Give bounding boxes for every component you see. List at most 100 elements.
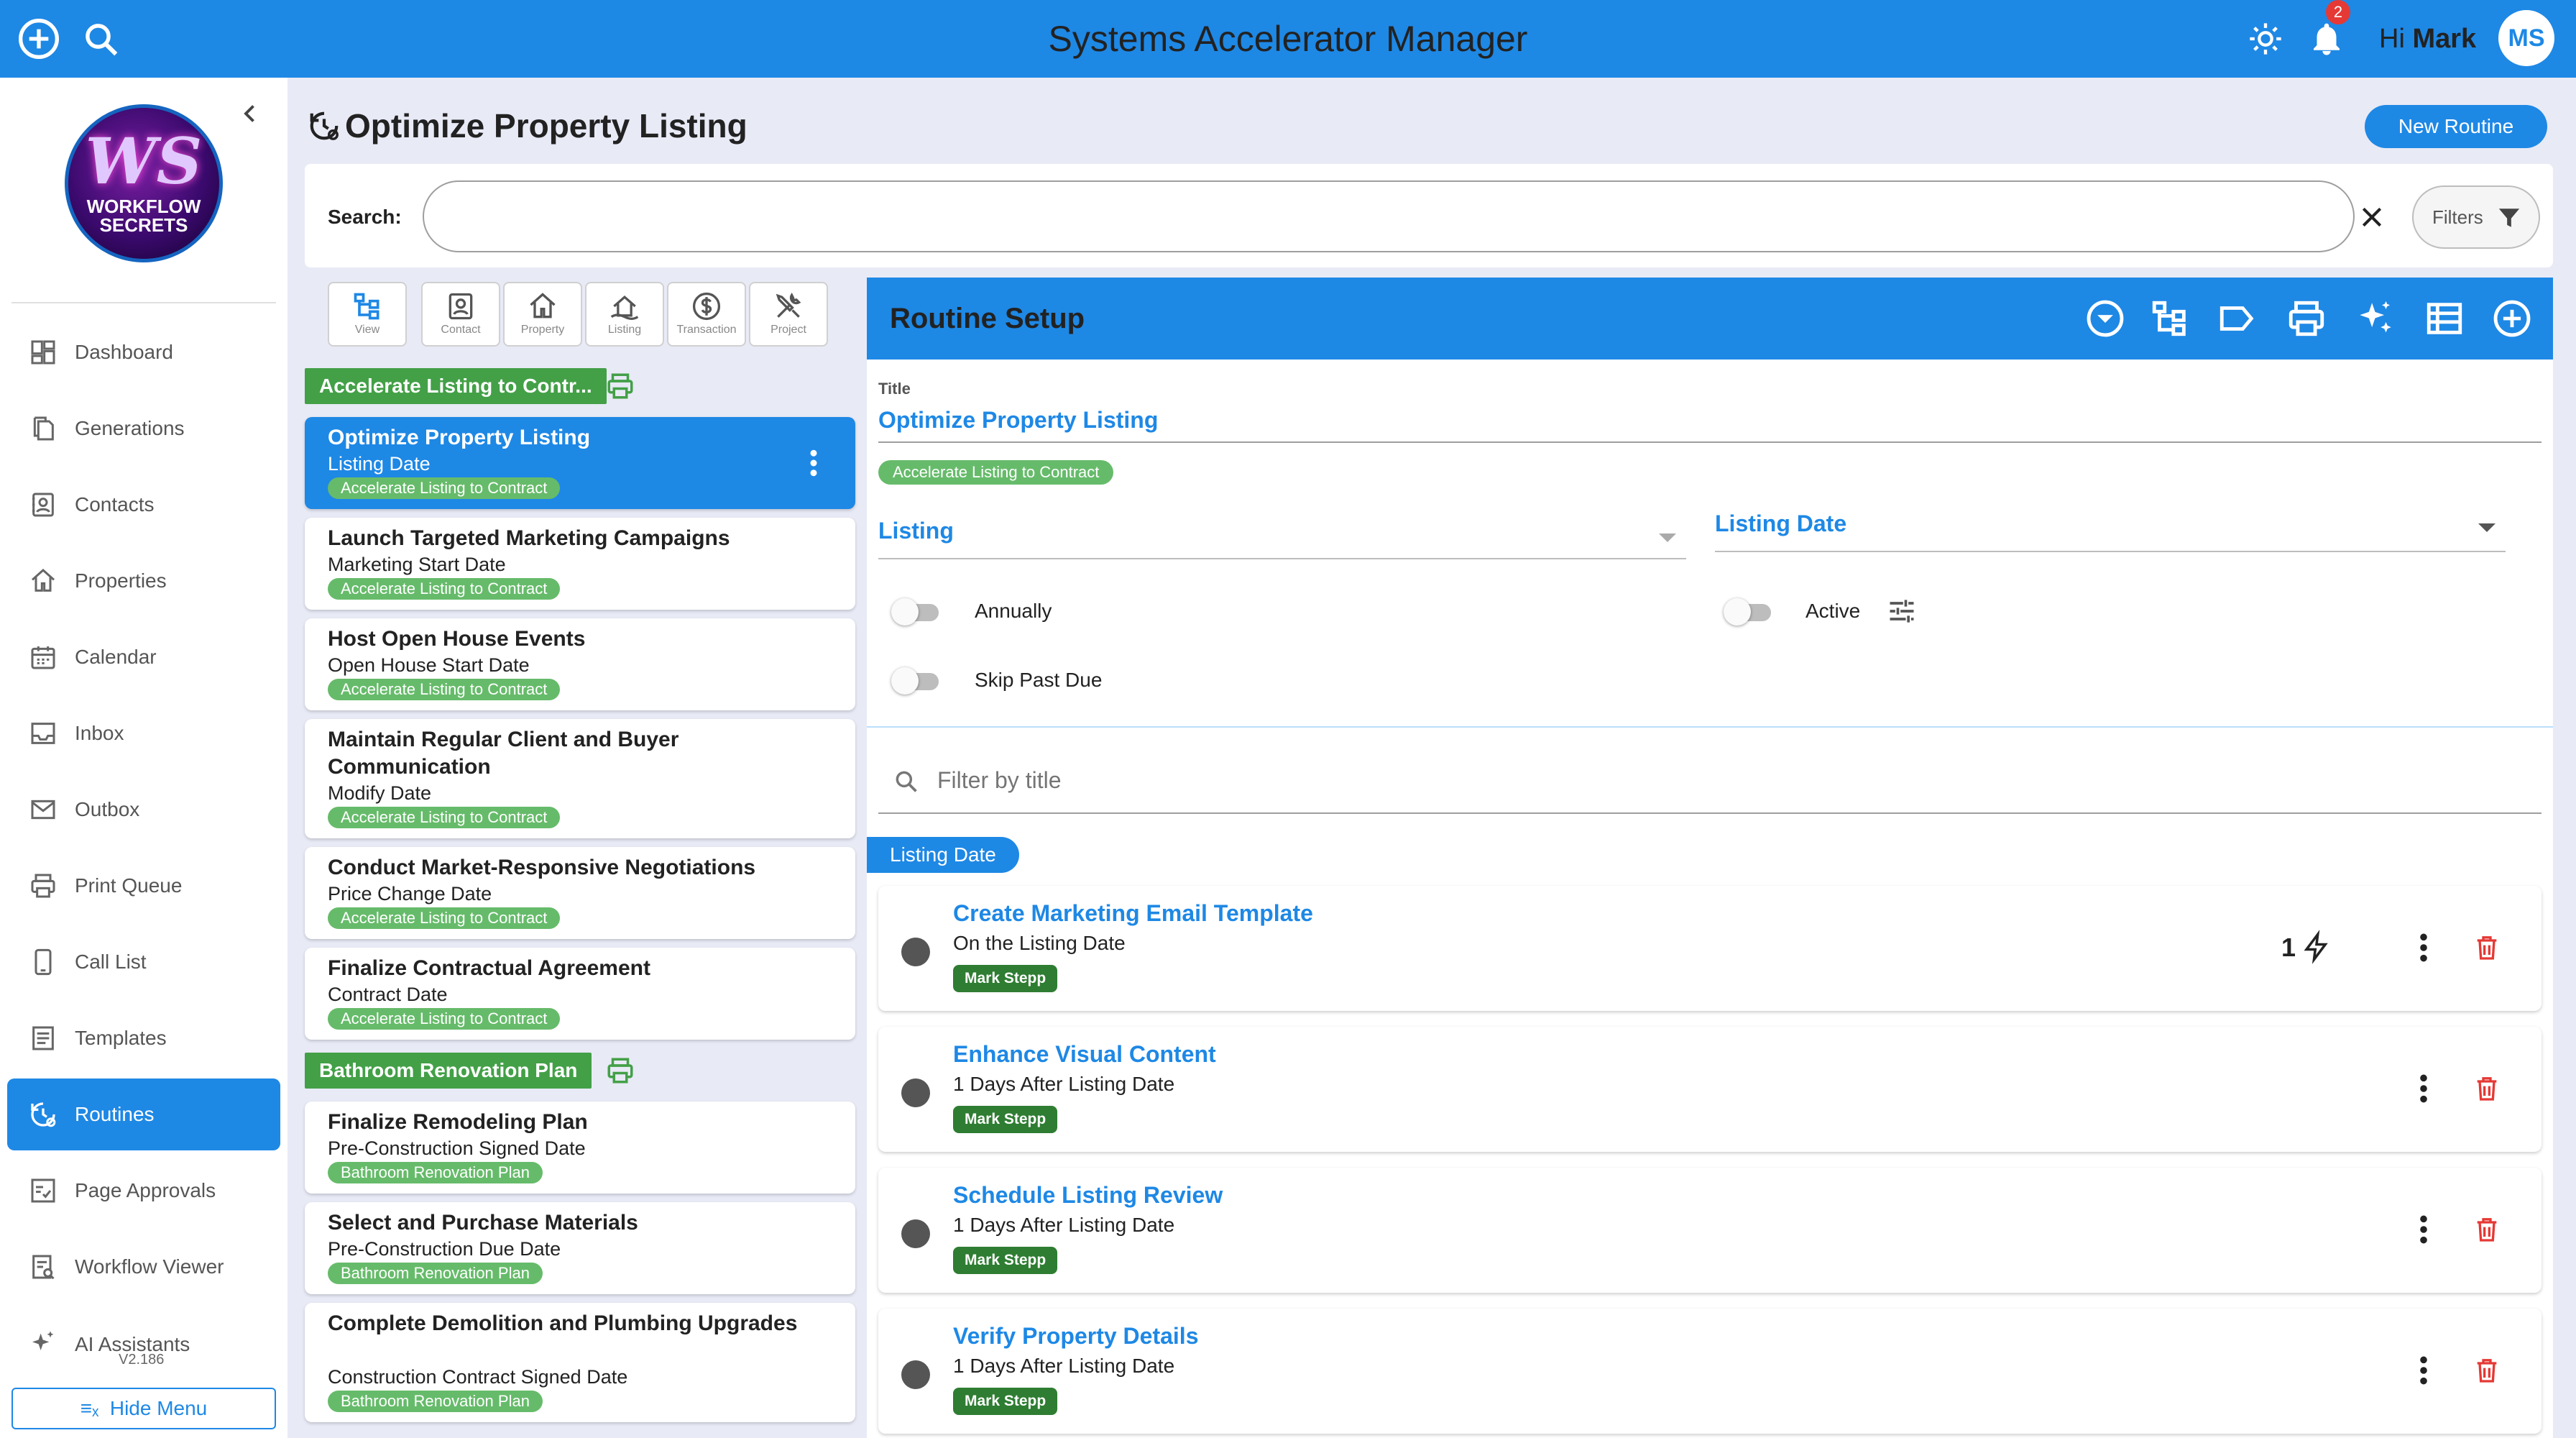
task-title[interactable]: Verify Property Details bbox=[953, 1322, 1198, 1350]
title-field-input[interactable]: Optimize Property Listing bbox=[878, 404, 1158, 436]
tab-contact[interactable]: Contact bbox=[421, 282, 500, 347]
new-routine-button[interactable]: New Routine bbox=[2365, 105, 2547, 148]
list-close-icon: ≡ₓ bbox=[80, 1397, 99, 1419]
tab-project[interactable]: Project bbox=[749, 282, 828, 347]
more-vert-icon[interactable] bbox=[2418, 1355, 2429, 1386]
routine-card[interactable]: Finalize Contractual Agreement Contract D… bbox=[305, 948, 855, 1040]
tab-view[interactable]: View bbox=[328, 282, 407, 347]
type-select-value: Listing bbox=[878, 518, 954, 544]
filter-funnel-icon bbox=[2497, 206, 2521, 230]
routine-card[interactable]: Optimize Property Listing Listing Date Acc… bbox=[305, 417, 855, 509]
hierarchy-icon[interactable] bbox=[2149, 298, 2191, 339]
search-input[interactable] bbox=[423, 180, 2355, 252]
approval-icon bbox=[29, 1176, 58, 1205]
routine-group-header[interactable]: Bathroom Renovation Plan bbox=[305, 1053, 592, 1089]
tune-settings-icon[interactable] bbox=[1886, 595, 1918, 627]
hide-menu-button[interactable]: ≡ₓ Hide Menu bbox=[12, 1388, 276, 1429]
status-dot[interactable] bbox=[901, 1219, 930, 1248]
routine-group-header[interactable]: Accelerate Listing to Contr... bbox=[305, 368, 607, 404]
tab-listing[interactable]: Listing bbox=[585, 282, 664, 347]
sidebar-item-label: Page Approvals bbox=[75, 1179, 216, 1201]
brightness-icon[interactable] bbox=[2247, 20, 2284, 58]
task-title[interactable]: Create Marketing Email Template bbox=[953, 899, 1313, 928]
logo-line-1: WORKFLOW bbox=[86, 196, 201, 217]
search-label: Search: bbox=[328, 206, 402, 228]
sidebar-divider bbox=[12, 302, 276, 303]
task-card[interactable]: Create Marketing Email Template On the Li… bbox=[878, 886, 2542, 1011]
filter-by-title-input[interactable] bbox=[936, 758, 2520, 802]
sidebar-item-ai-assistants[interactable]: AI Assistants bbox=[7, 1307, 280, 1379]
tab-transaction[interactable]: Transaction bbox=[667, 282, 746, 347]
routine-badge: Bathroom Renovation Plan bbox=[328, 1391, 543, 1412]
routine-card[interactable]: Conduct Market-Responsive Negotiations Pr… bbox=[305, 847, 855, 939]
sidebar-item-workflow-viewer[interactable]: Workflow Viewer bbox=[7, 1231, 280, 1303]
ai-sparkle-icon[interactable] bbox=[2355, 298, 2396, 339]
status-dot[interactable] bbox=[901, 938, 930, 966]
avatar[interactable]: MS bbox=[2498, 10, 2554, 66]
automation-count: 1 bbox=[2281, 933, 2296, 962]
tab-property[interactable]: Property bbox=[503, 282, 582, 347]
list-view-icon[interactable] bbox=[2424, 298, 2465, 339]
sidebar-item-label: Calendar bbox=[75, 646, 157, 668]
copy-icon bbox=[29, 414, 58, 443]
filters-button[interactable]: Filters bbox=[2412, 186, 2540, 249]
printer-icon[interactable] bbox=[605, 1055, 635, 1086]
task-card[interactable]: Verify Property Details 1 Days After List… bbox=[878, 1309, 2542, 1434]
listing-icon bbox=[609, 290, 640, 322]
active-toggle[interactable] bbox=[1724, 597, 1774, 626]
status-dot[interactable] bbox=[901, 1078, 930, 1107]
sidebar-item-inbox[interactable]: Inbox bbox=[7, 697, 280, 769]
date-select[interactable]: Listing Date bbox=[1715, 500, 2506, 552]
sidebar-item-dashboard[interactable]: Dashboard bbox=[7, 316, 280, 388]
routine-card[interactable]: Select and Purchase Materials Pre-Constru… bbox=[305, 1202, 855, 1294]
delete-icon[interactable] bbox=[2472, 1355, 2501, 1386]
search-icon[interactable] bbox=[82, 20, 121, 59]
delete-icon[interactable] bbox=[2472, 932, 2501, 963]
more-vert-icon[interactable] bbox=[2418, 932, 2429, 963]
task-card[interactable]: Enhance Visual Content 1 Days After Listi… bbox=[878, 1027, 2542, 1152]
routine-card[interactable]: Maintain Regular Client and Buyer Commun… bbox=[305, 719, 855, 838]
sidebar-item-label: Templates bbox=[75, 1027, 167, 1049]
printer-icon[interactable] bbox=[2286, 298, 2327, 339]
sidebar-item-templates[interactable]: Templates bbox=[7, 1002, 280, 1074]
chevron-left-icon[interactable] bbox=[237, 101, 263, 127]
sidebar-item-calendar[interactable]: Calendar bbox=[7, 621, 280, 693]
lightning-icon[interactable] bbox=[2301, 929, 2332, 965]
delete-icon[interactable] bbox=[2472, 1073, 2501, 1104]
printer-icon[interactable] bbox=[605, 371, 635, 401]
expand-circle-icon[interactable] bbox=[2084, 298, 2126, 339]
more-vert-icon[interactable] bbox=[808, 449, 819, 477]
annually-toggle[interactable] bbox=[891, 597, 942, 626]
skip-past-due-toggle[interactable] bbox=[891, 666, 942, 695]
sidebar-item-routines[interactable]: Routines bbox=[7, 1078, 280, 1150]
add-circle-icon[interactable] bbox=[2491, 298, 2533, 339]
house-icon bbox=[527, 290, 558, 322]
status-dot[interactable] bbox=[901, 1360, 930, 1389]
routine-card[interactable]: Finalize Remodeling Plan Pre-Construction… bbox=[305, 1102, 855, 1194]
phone-icon bbox=[29, 948, 58, 976]
task-title[interactable]: Enhance Visual Content bbox=[953, 1040, 1216, 1068]
type-select[interactable]: Listing bbox=[878, 508, 1686, 559]
calendar-icon bbox=[29, 643, 58, 672]
delete-icon[interactable] bbox=[2472, 1214, 2501, 1245]
more-vert-icon[interactable] bbox=[2418, 1073, 2429, 1104]
add-circle-icon[interactable] bbox=[16, 16, 62, 62]
sidebar-item-generations[interactable]: Generations bbox=[7, 393, 280, 464]
sidebar-item-call-list[interactable]: Call List bbox=[7, 926, 280, 998]
sidebar-item-outbox[interactable]: Outbox bbox=[7, 774, 280, 846]
close-icon[interactable] bbox=[2358, 203, 2386, 232]
task-card[interactable]: Schedule Listing Review 1 Days After List… bbox=[878, 1168, 2542, 1293]
sidebar-item-page-approvals[interactable]: Page Approvals bbox=[7, 1155, 280, 1227]
sidebar-item-properties[interactable]: Properties bbox=[7, 545, 280, 617]
bell-icon[interactable] bbox=[2307, 19, 2346, 59]
routine-card[interactable]: Host Open House Events Open House Start D… bbox=[305, 618, 855, 710]
task-title[interactable]: Schedule Listing Review bbox=[953, 1181, 1223, 1209]
dashboard-icon bbox=[29, 338, 58, 367]
routine-card[interactable]: Launch Targeted Marketing Campaigns Marke… bbox=[305, 518, 855, 610]
sidebar-item-contacts[interactable]: Contacts bbox=[7, 469, 280, 541]
more-vert-icon[interactable] bbox=[2418, 1214, 2429, 1245]
routine-title: Conduct Market-Responsive Negotiations bbox=[328, 856, 756, 879]
label-tag-icon[interactable] bbox=[2217, 298, 2258, 339]
sidebar-item-print-queue[interactable]: Print Queue bbox=[7, 850, 280, 922]
routine-card[interactable]: Complete Demolition and Plumbing Upgrade… bbox=[305, 1303, 855, 1422]
